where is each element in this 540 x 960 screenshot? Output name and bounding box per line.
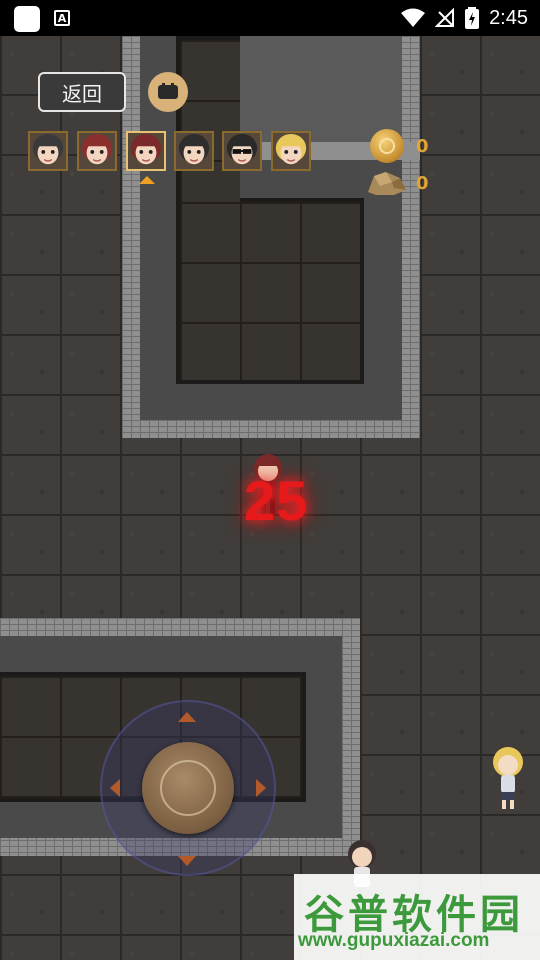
watermark-url: www.gupuxiazai.com <box>298 930 490 951</box>
joystick-left-arrow <box>110 779 120 797</box>
back-button[interactable]: 返回 <box>38 72 126 112</box>
battery-icon <box>465 7 480 29</box>
npc-blonde-girl <box>493 747 523 809</box>
character-avatar-4[interactable] <box>174 131 214 171</box>
coin-count: 0 <box>416 136 429 157</box>
joystick-right-arrow <box>256 779 266 797</box>
upper-room-ledge-bottom <box>140 384 402 420</box>
clock: 2:45 <box>489 6 528 29</box>
ore-count: 0 <box>416 173 429 194</box>
wifi-icon <box>401 8 426 27</box>
watermark: 谷普软件园 www.gupuxiazai.com <box>294 874 540 960</box>
upper-room-ledge-right <box>364 160 402 420</box>
video-button[interactable] <box>148 72 188 112</box>
character-avatar-5[interactable] <box>222 131 262 171</box>
notification-icon: A <box>54 10 70 26</box>
character-avatar-3[interactable] <box>126 131 166 171</box>
upper-room-pit-top <box>176 36 240 202</box>
ore-icon <box>368 172 406 195</box>
coin-icon <box>370 129 404 163</box>
character-avatar-6[interactable] <box>271 131 311 171</box>
app-icon <box>14 6 40 32</box>
selected-character-indicator <box>139 176 155 184</box>
character-avatar-1[interactable] <box>28 131 68 171</box>
no-signal-icon <box>435 8 455 27</box>
joystick-up-arrow <box>178 712 196 722</box>
character-avatar-2[interactable] <box>77 131 117 171</box>
joystick-knob[interactable] <box>142 742 234 834</box>
damage-number: 25 <box>244 469 309 532</box>
upper-room-pit <box>176 198 364 384</box>
video-icon <box>158 83 178 99</box>
status-bar: A 2:45 <box>0 0 540 36</box>
joystick-down-arrow <box>178 856 196 866</box>
